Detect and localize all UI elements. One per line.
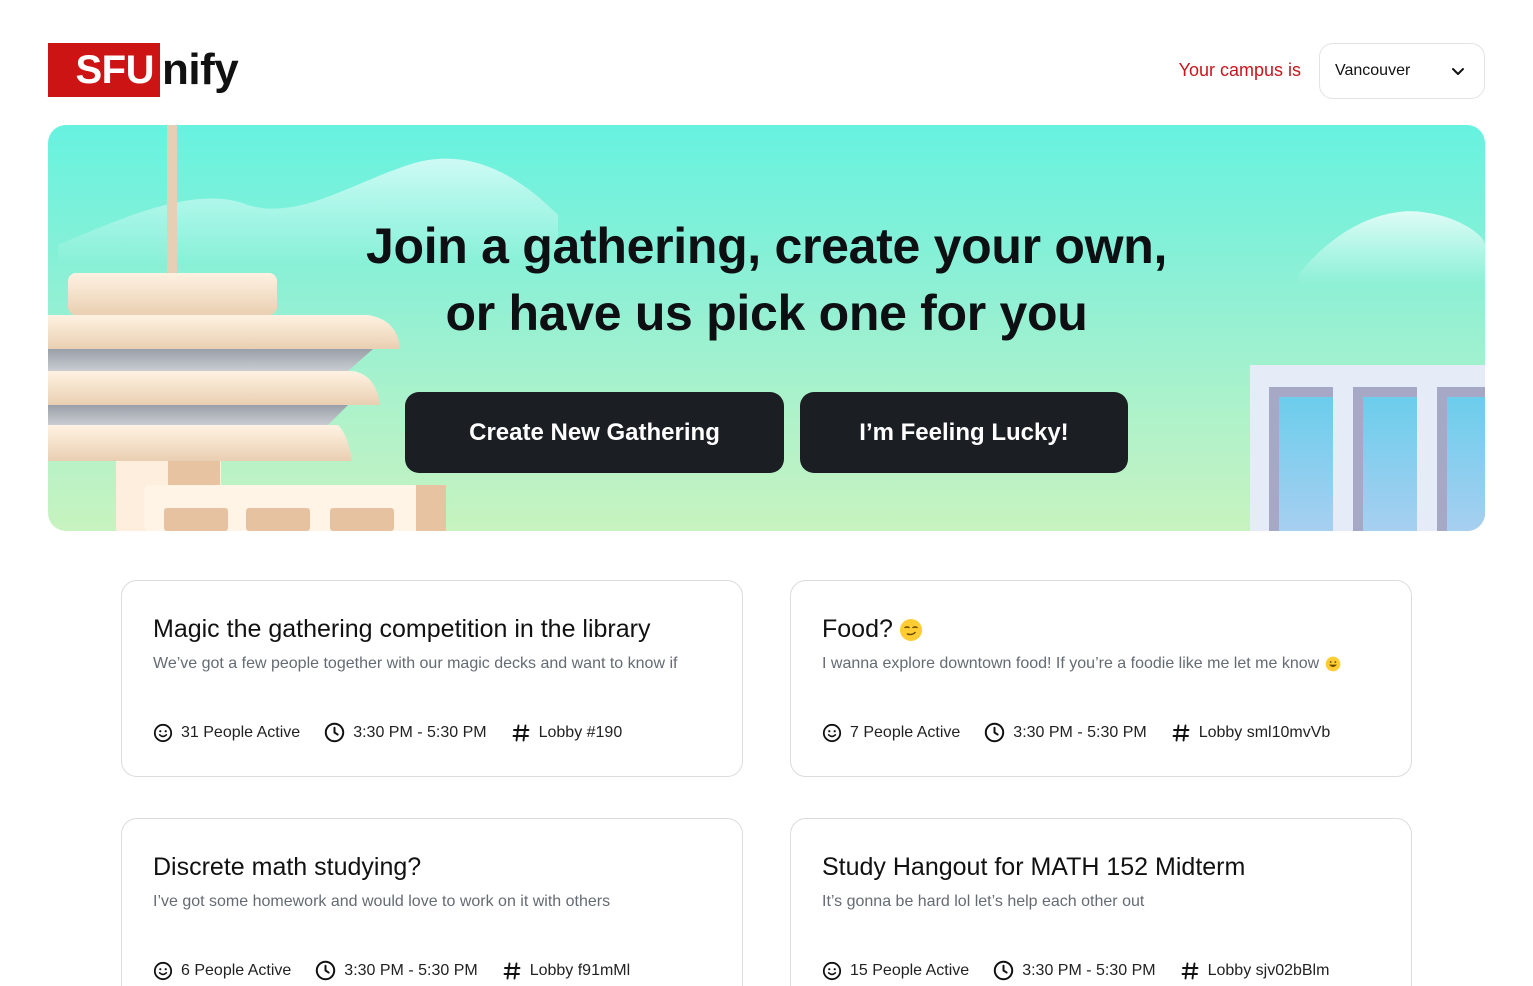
gathering-title: Food?	[822, 615, 923, 644]
time-range-text: 3:30 PM - 5:30 PM	[1022, 961, 1156, 979]
active-count-text: 6 People Active	[181, 961, 292, 979]
smirk-emoji-icon	[899, 619, 922, 642]
logo[interactable]: SFU nify	[48, 43, 239, 97]
time-range-text: 3:30 PM - 5:30 PM	[353, 723, 487, 741]
smile-icon	[822, 961, 842, 980]
gathering-title-text: Study Hangout for MATH 152 Midterm	[822, 853, 1246, 881]
smile-icon	[153, 723, 173, 742]
gathering-meta: 15 People Active 3:30 PM - 5:30 PM Lobby s…	[822, 960, 1353, 981]
active-count: 31 People Active	[153, 723, 300, 743]
clock-icon	[316, 960, 336, 981]
gathering-card[interactable]: Food? I wanna explore downtown food! If y…	[790, 580, 1412, 777]
gathering-description: I wanna explore downtown food! If you’re…	[822, 655, 1382, 673]
gathering-meta: 6 People Active 3:30 PM - 5:30 PM Lobby f9…	[153, 960, 654, 981]
time-range-text: 3:30 PM - 5:30 PM	[1013, 723, 1147, 741]
lobby-id: Lobby sjv02bBlm	[1180, 961, 1330, 981]
campus-value: Vancouver	[1335, 62, 1411, 79]
lobby-id: Lobby f91mMl	[502, 961, 631, 981]
grin-emoji-icon	[1325, 656, 1341, 672]
lobby-id: Lobby #190	[511, 723, 623, 743]
hero-title-line-1: Join a gathering, create your own,	[365, 218, 1168, 274]
gathering-title: Study Hangout for MATH 152 Midterm	[822, 853, 1245, 882]
time-range: 3:30 PM - 5:30 PM	[984, 722, 1147, 743]
hash-icon	[1172, 724, 1190, 741]
active-count: 15 People Active	[822, 961, 969, 981]
gathering-card[interactable]: Magic the gathering competition in the l…	[121, 580, 743, 777]
lobby-id-text: Lobby #190	[538, 723, 623, 741]
lobby-id-text: Lobby sml10mvVb	[1198, 723, 1331, 741]
smile-icon	[153, 961, 173, 980]
gathering-card[interactable]: Discrete math studying? I’ve got some hom…	[121, 818, 743, 986]
gathering-meta: 7 People Active 3:30 PM - 5:30 PM Lobby sm…	[822, 722, 1354, 743]
campus-label: Your campus is	[1178, 60, 1301, 80]
gathering-title-text: Magic the gathering competition in the l…	[153, 615, 651, 643]
time-range: 3:30 PM - 5:30 PM	[315, 960, 478, 981]
clock-icon	[324, 722, 345, 743]
lobby-id: Lobby sml10mvVb	[1171, 723, 1331, 743]
hash-icon	[503, 962, 521, 979]
gathering-description: It’s gonna be hard lol let’s help each o…	[822, 893, 1382, 911]
hash-icon	[512, 724, 530, 741]
time-range: 3:30 PM - 5:30 PM	[324, 722, 487, 743]
clock-icon	[993, 960, 1014, 981]
hero-banner: Join a gathering, create your own, or ha…	[48, 125, 1485, 531]
gathering-description-text: It’s gonna be hard lol let’s help each o…	[822, 893, 1145, 910]
chevron-down-icon	[1452, 68, 1464, 75]
hash-icon	[1181, 962, 1199, 979]
gathering-title-text: Discrete math studying?	[153, 853, 422, 881]
gathering-card[interactable]: Study Hangout for MATH 152 Midterm It’s g…	[790, 818, 1412, 986]
logo-text: nify	[162, 45, 239, 94]
time-range-text: 3:30 PM - 5:30 PM	[344, 961, 478, 979]
hero-title: Join a gathering, create your own, or ha…	[48, 213, 1485, 347]
clock-icon	[985, 722, 1005, 743]
time-range: 3:30 PM - 5:30 PM	[993, 960, 1156, 981]
hero-title-line-2: or have us pick one for you	[445, 285, 1088, 341]
active-count: 6 People Active	[153, 961, 291, 981]
gathering-title-text: Food?	[822, 615, 893, 643]
active-count-text: 15 People Active	[850, 961, 970, 979]
feeling-lucky-button[interactable]: I’m Feeling Lucky!	[800, 392, 1128, 473]
gathering-description: We’ve got a few people together with our…	[153, 655, 713, 673]
gathering-title: Magic the gathering competition in the l…	[153, 615, 651, 644]
create-gathering-button[interactable]: Create New Gathering	[405, 392, 784, 473]
active-count-text: 7 People Active	[850, 723, 961, 741]
gathering-description-text: I wanna explore downtown food! If you’re…	[822, 655, 1320, 672]
lobby-id-text: Lobby sjv02bBlm	[1207, 961, 1330, 979]
header: SFU nify Your campus is Vancouver	[48, 43, 1485, 99]
smile-icon	[822, 723, 842, 742]
gathering-description-text: I’ve got some homework and would love to…	[153, 893, 611, 910]
gathering-description-text: We’ve got a few people together with our…	[153, 655, 678, 672]
gathering-description: I’ve got some homework and would love to…	[153, 893, 713, 911]
active-count: 7 People Active	[822, 723, 960, 743]
campus-select[interactable]: Vancouver	[1319, 43, 1485, 99]
logo-highlight: SFU	[48, 43, 160, 97]
gathering-meta: 31 People Active 3:30 PM - 5:30 PM Lobby #…	[153, 722, 646, 743]
gathering-title: Discrete math studying?	[153, 853, 421, 882]
lobby-id-text: Lobby f91mMl	[529, 961, 631, 979]
active-count-text: 31 People Active	[181, 723, 301, 741]
